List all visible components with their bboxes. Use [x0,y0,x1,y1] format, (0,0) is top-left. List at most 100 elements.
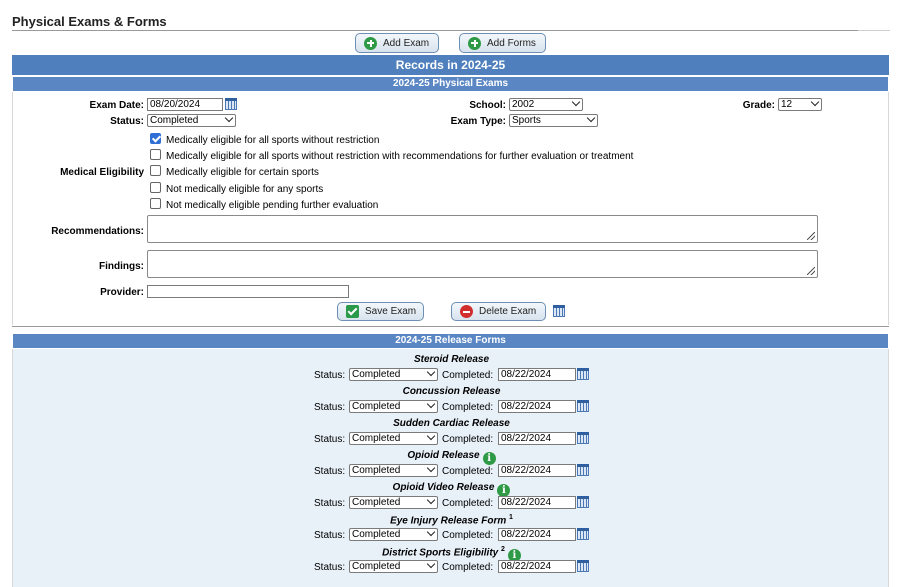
eligibility-checkbox-5[interactable] [150,198,161,209]
eligibility-option-2: Medically eligible for all sports withou… [166,151,634,162]
check-icon [346,305,359,318]
release-status-value: Completed [352,497,401,508]
chevron-down-icon [571,97,581,107]
eligibility-checkbox-3[interactable] [150,165,161,176]
eligibility-option-4: Not medically eligible for any sports [166,184,324,195]
calendar-icon[interactable] [577,368,589,380]
eligibility-option-1: Medically eligible for all sports withou… [166,135,380,146]
section-divider [12,326,889,327]
status-select[interactable]: Completed [147,113,236,127]
eligibility-checkbox-4[interactable] [150,182,161,193]
release-form-title-text: District Sports Eligibility [382,547,499,559]
release-form-title-text: Opioid Release [407,450,480,461]
add-forms-label: Add Forms [487,37,536,49]
calendar-icon[interactable] [577,400,589,412]
status-value: Completed [150,115,199,126]
release-completed-label: Completed: [442,530,494,541]
chevron-down-icon [426,495,436,505]
resize-grip-icon[interactable] [807,267,815,275]
calendar-icon[interactable] [225,98,237,110]
release-status-select[interactable]: Completed [349,367,438,381]
release-status-select[interactable]: Completed [349,527,438,541]
chevron-down-icon [426,463,436,473]
release-completed-date-input[interactable]: 08/22/2024 [498,400,576,413]
grade-label: Grade: [742,100,775,111]
release-status-select[interactable]: Completed [349,495,438,509]
calendar-icon[interactable] [577,496,589,508]
release-status-label: Status: [314,498,346,509]
school-value: 2002 [512,99,535,110]
provider-input[interactable] [147,285,349,298]
release-form-title: Steroid Release [13,354,890,365]
release-form-title-text: Sudden Cardiac Release [393,418,510,429]
exam-type-value: Sports [512,115,541,126]
release-status-value: Completed [352,369,401,380]
eligibility-checkbox-1[interactable] [150,133,161,144]
add-forms-button[interactable]: Add Forms [459,33,546,53]
release-form-title: District Sports Eligibility 2i [13,546,890,563]
provider-label: Provider: [100,287,144,298]
release-form-title: Opioid Release i [13,450,890,465]
release-completed-date-input[interactable]: 08/22/2024 [498,464,576,477]
info-icon[interactable]: i [482,452,496,465]
release-form-title: Sudden Cardiac Release [13,418,890,429]
page-title: Physical Exams & Forms [12,14,167,29]
calendar-icon[interactable] [577,464,589,476]
release-completed-date-input[interactable]: 08/22/2024 [498,368,576,381]
release-completed-date-input[interactable]: 08/22/2024 [498,560,576,573]
school-label: School: [469,100,506,111]
calendar-icon[interactable] [577,432,589,444]
calendar-icon[interactable] [553,305,565,317]
release-completed-label: Completed: [442,402,494,413]
findings-textarea[interactable] [147,250,818,278]
plus-circle-icon [468,36,481,50]
grade-select[interactable]: 12 [778,97,822,111]
chevron-down-icon [426,527,436,537]
release-status-label: Status: [314,530,346,541]
grade-value: 12 [781,99,793,110]
findings-label: Findings: [99,261,144,272]
release-status-select[interactable]: Completed [349,463,438,477]
recommendations-label: Recommendations: [51,226,144,237]
release-form-title-text: Steroid Release [413,354,490,365]
release-status-label: Status: [314,434,346,445]
calendar-icon[interactable] [577,560,589,572]
release-completed-date-input[interactable]: 08/22/2024 [498,496,576,509]
chevron-down-icon [586,113,596,123]
release-status-select[interactable]: Completed [349,399,438,413]
resize-grip-icon[interactable] [807,232,815,240]
school-select[interactable]: 2002 [509,97,583,111]
release-form-title-text: Opioid Video Release [392,482,495,493]
delete-exam-button[interactable]: Delete Exam [451,302,546,321]
release-completed-date-input[interactable]: 08/22/2024 [498,528,576,541]
chevron-down-icon [426,431,436,441]
eligibility-option-3: Medically eligible for certain sports [166,167,319,178]
exam-type-select[interactable]: Sports [509,113,598,127]
footnote-marker: 1 [509,514,513,521]
release-status-label: Status: [314,402,346,413]
records-header: Records in 2024-25 [12,55,889,75]
add-exam-button[interactable]: Add Exam [355,33,439,53]
release-status-value: Completed [352,433,401,444]
exam-type-label: Exam Type: [450,116,506,127]
release-status-value: Completed [352,529,401,540]
chevron-down-icon [426,559,436,569]
chevron-down-icon [426,367,436,377]
exam-date-input[interactable]: 08/20/2024 [147,98,223,111]
save-exam-button[interactable]: Save Exam [337,302,424,321]
delete-exam-label: Delete Exam [479,306,537,317]
chevron-down-icon [224,113,234,123]
release-status-value: Completed [352,561,401,572]
release-status-select[interactable]: Completed [349,431,438,445]
calendar-icon[interactable] [577,528,589,540]
recommendations-textarea[interactable] [147,215,818,243]
release-status-select[interactable]: Completed [349,559,438,573]
release-form-title: Eye Injury Release Form 1 [13,514,890,526]
footnote-marker: 2 [501,546,505,553]
release-status-label: Status: [314,562,346,573]
release-completed-date-input[interactable]: 08/22/2024 [498,432,576,445]
release-completed-label: Completed: [442,370,494,381]
delete-circle-icon [460,305,473,318]
eligibility-checkbox-2[interactable] [150,149,161,160]
release-completed-label: Completed: [442,466,494,477]
